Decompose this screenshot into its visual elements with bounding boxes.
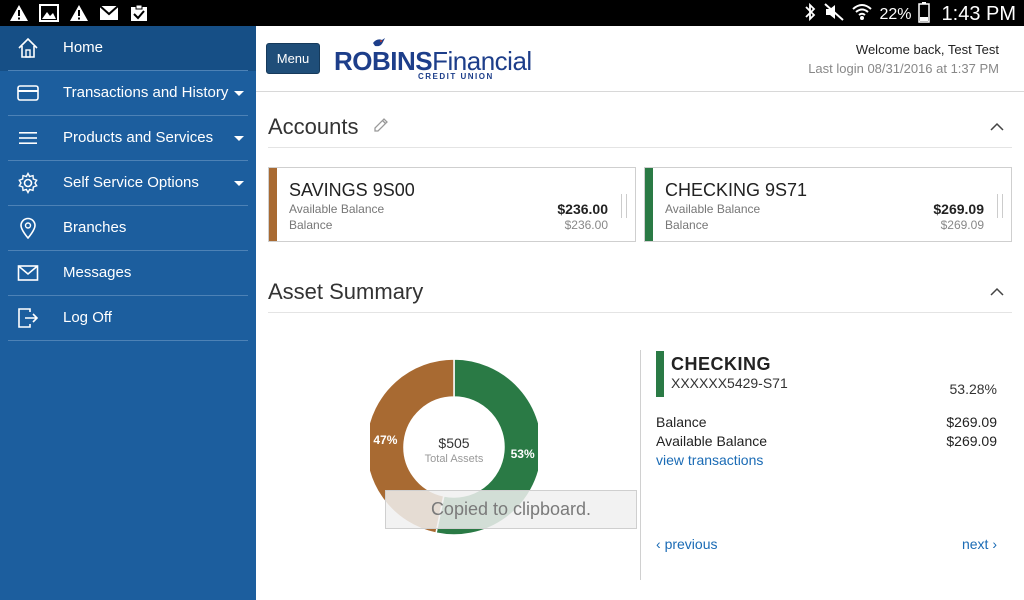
logo-subtitle: CREDIT UNION	[418, 72, 494, 81]
sidebar-item-home[interactable]: Home	[0, 26, 256, 71]
sidebar-item-label: Self Service Options	[63, 174, 199, 191]
warning-icon	[68, 3, 90, 23]
accounts-section-header: Accounts	[268, 100, 1012, 148]
available-balance-label: Available Balance	[665, 202, 761, 216]
sidebar-item-transactions[interactable]: Transactions and History	[0, 71, 256, 116]
asset-summary-section-header: Asset Summary	[268, 265, 1012, 313]
menu-icon	[17, 127, 39, 149]
account-card-checking[interactable]: CHECKING 9S71 Available Balance Balance …	[644, 167, 1012, 242]
asset-summary-title: Asset Summary	[268, 279, 424, 304]
nav-divider	[8, 340, 248, 341]
account-name: SAVINGS 9S00	[289, 180, 415, 200]
sidebar-item-label: Log Off	[63, 309, 112, 326]
battery-percent: 22%	[879, 5, 912, 23]
welcome-text: Welcome back, Test Test	[855, 42, 999, 57]
balance-value: $269.09	[940, 218, 984, 232]
image-icon	[38, 3, 60, 23]
detail-available-row: Available Balance $269.09	[656, 433, 997, 449]
sidebar-item-label: Home	[63, 39, 104, 56]
previous-link[interactable]: ‹ previous	[656, 536, 717, 552]
sidebar-item-messages[interactable]: Messages	[0, 251, 256, 296]
sidebar: Home Transactions and History Products a…	[0, 26, 256, 600]
next-link[interactable]: next ›	[962, 536, 997, 552]
bluetooth-icon	[803, 2, 817, 27]
mute-icon	[823, 2, 845, 27]
account-card-savings[interactable]: SAVINGS 9S00 Available Balance Balance $…	[268, 167, 636, 242]
sidebar-item-label: Products and Services	[63, 129, 214, 146]
chevron-down-icon[interactable]	[234, 181, 244, 186]
balance-value: $236.00	[564, 218, 608, 232]
battery-icon	[917, 1, 930, 28]
detail-percent: 53.28%	[949, 381, 997, 397]
sidebar-item-logoff[interactable]: Log Off	[0, 296, 256, 341]
location-pin-icon	[17, 217, 39, 240]
sidebar-item-products[interactable]: Products and Services	[0, 116, 256, 161]
detail-balance-label: Balance	[656, 414, 707, 430]
last-login-text: Last login 08/31/2016 at 1:37 PM	[808, 61, 999, 76]
sidebar-item-branches[interactable]: Branches	[0, 206, 256, 251]
chevron-up-icon[interactable]	[990, 120, 1004, 134]
clipboard-toast: Copied to clipboard.	[385, 490, 637, 529]
detail-account-name: CHECKING	[671, 354, 772, 374]
chevron-up-icon[interactable]	[990, 285, 1004, 299]
status-bar: 22% 1:43 PM	[0, 0, 1024, 26]
header: Menu ROBINSFinancial CREDIT UNION Welcom…	[256, 26, 1024, 92]
detail-color-stripe	[656, 351, 664, 397]
gmail-icon	[98, 3, 120, 23]
detail-divider	[640, 350, 641, 580]
next-label: next	[961, 536, 989, 552]
drag-handle-icon[interactable]	[621, 194, 627, 218]
chevron-down-icon[interactable]	[234, 136, 244, 141]
home-icon	[17, 37, 39, 59]
available-balance-value: $236.00	[557, 201, 608, 217]
balance-label: Balance	[289, 218, 333, 232]
clock: 1:43 PM	[941, 3, 1016, 25]
detail-account-number: XXXXXX5429-S71	[671, 375, 788, 391]
detail-balance-row: Balance $269.09	[656, 414, 997, 430]
chevron-down-icon[interactable]	[234, 91, 244, 96]
available-balance-label: Available Balance	[289, 202, 385, 216]
sidebar-item-self-service[interactable]: Self Service Options	[0, 161, 256, 206]
pencil-icon[interactable]	[372, 116, 390, 134]
menu-button[interactable]: Menu	[266, 43, 320, 74]
logo[interactable]: ROBINSFinancial CREDIT UNION	[334, 38, 532, 81]
total-assets-amount: $505	[438, 435, 470, 451]
clipboard-check-icon	[128, 3, 150, 23]
sidebar-item-label: Messages	[63, 264, 132, 281]
total-assets-label: Total Assets	[424, 453, 484, 465]
account-name: CHECKING 9S71	[665, 180, 808, 200]
logout-icon	[17, 307, 39, 329]
chevron-left-icon: ‹	[656, 536, 665, 552]
balance-label: Balance	[665, 218, 709, 232]
drag-handle-icon[interactable]	[997, 194, 1003, 218]
detail-balance-value: $269.09	[946, 414, 997, 430]
previous-label: previous	[664, 536, 718, 552]
account-color-stripe	[645, 168, 653, 241]
sidebar-item-label: Transactions and History	[63, 84, 229, 101]
accounts-title: Accounts	[268, 114, 359, 139]
account-color-stripe	[269, 168, 277, 241]
detail-available-label: Available Balance	[656, 433, 768, 449]
sidebar-item-label: Branches	[63, 219, 127, 236]
card-icon	[17, 82, 39, 104]
available-balance-value: $269.09	[933, 201, 984, 217]
view-transactions-link[interactable]: view transactions	[656, 452, 763, 468]
chevron-right-icon: ›	[988, 536, 997, 552]
detail-available-value: $269.09	[946, 433, 997, 449]
wifi-icon	[851, 2, 873, 27]
envelope-icon	[17, 262, 39, 284]
gear-icon	[17, 172, 39, 194]
warning-icon	[8, 3, 30, 23]
